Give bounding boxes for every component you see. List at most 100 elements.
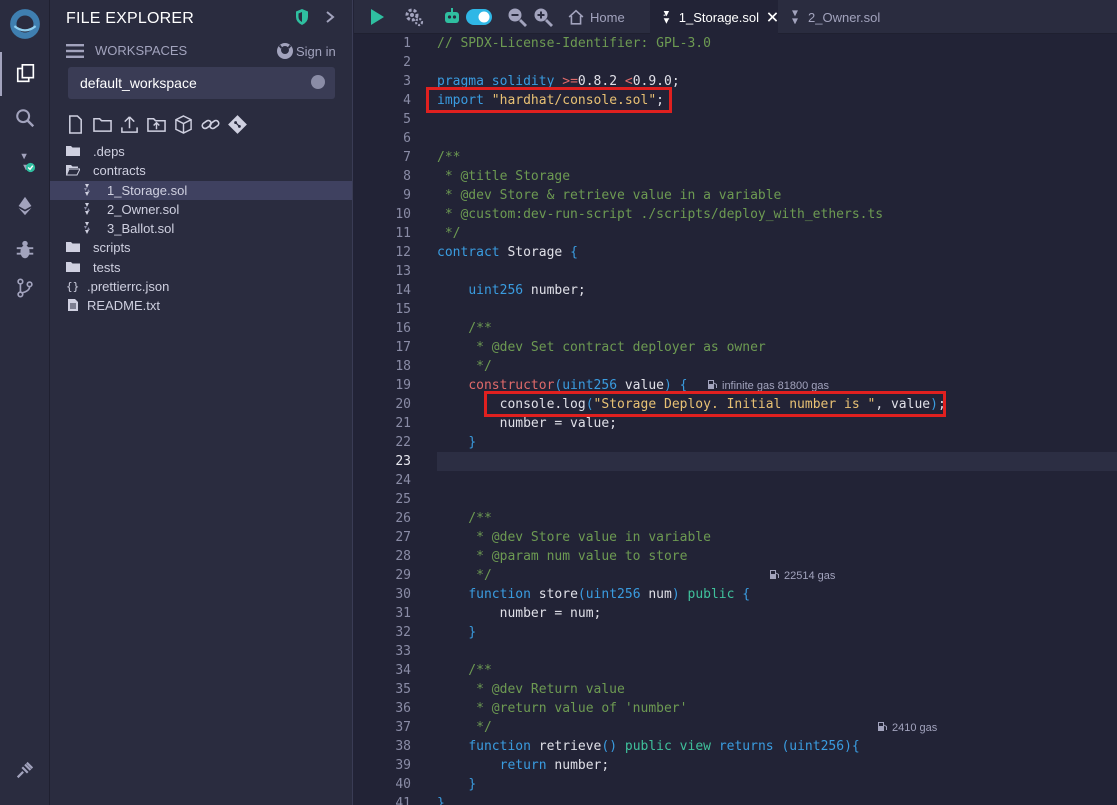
code-line[interactable]: uint256 number; — [437, 281, 585, 300]
code-line[interactable]: /** — [437, 148, 460, 167]
code-editor[interactable]: 1 2 3 4 5 6 7 8 9 10 11 12 13 14 15 16 17 18 19 20 21 22 23 24 2… — [354, 34, 1117, 805]
search-icon[interactable] — [0, 96, 50, 140]
link-icon[interactable] — [201, 115, 220, 134]
tab-home[interactable]: Home — [564, 0, 650, 34]
new-folder-icon[interactable] — [93, 115, 112, 134]
code-line[interactable]: * @dev Set contract deployer as owner — [437, 338, 766, 357]
code-line[interactable]: /** — [437, 661, 492, 680]
code-line[interactable]: * @param num value to store — [437, 547, 687, 566]
file-tree-item[interactable]: scripts — [50, 238, 352, 257]
tab-home-label: Home — [590, 9, 625, 25]
code-line[interactable]: * @dev Return value — [437, 680, 625, 699]
line-number: 33 — [395, 644, 411, 659]
line-number: 3 — [403, 74, 411, 89]
code-line[interactable]: } — [437, 433, 476, 452]
workspace-select[interactable]: default_workspace — [68, 67, 335, 99]
code-line[interactable]: // SPDX-License-Identifier: GPL-3.0 — [437, 34, 711, 53]
gas-pump-icon — [770, 570, 779, 579]
icon-rail — [0, 0, 50, 805]
code-line[interactable]: * @custom:dev-run-script ./scripts/deplo… — [437, 205, 883, 224]
solidity-file-icon — [80, 202, 94, 216]
file-tree-item[interactable]: tests — [50, 258, 352, 277]
upload-file-icon[interactable] — [120, 115, 139, 134]
run-script-button[interactable] — [367, 7, 387, 27]
code-line[interactable]: return number; — [437, 756, 610, 775]
line-number: 18 — [395, 359, 411, 374]
line-number: 29 — [395, 568, 411, 583]
json-file-icon: {} — [66, 279, 80, 293]
file-tree-item-label: .prettierrc.json — [87, 279, 170, 295]
git-clone-icon[interactable] — [228, 115, 247, 134]
file-tree-item-label: tests — [93, 259, 121, 275]
close-icon[interactable] — [767, 11, 778, 23]
code-line[interactable]: */ — [437, 718, 492, 737]
file-tree-item[interactable]: .deps — [50, 142, 352, 161]
deploy-run-icon[interactable] — [0, 184, 50, 228]
file-tree-item-label: README.txt — [87, 298, 160, 314]
line-number: 35 — [395, 682, 411, 697]
file-tree-item[interactable]: README.txt — [50, 296, 352, 315]
line-number: 17 — [395, 340, 411, 355]
code-line[interactable]: */ — [437, 224, 461, 243]
line-number: 1 — [403, 36, 411, 51]
zoom-in-button[interactable] — [533, 7, 553, 27]
file-tree: .deps contracts 1_Storage.sol 2_Owner.sol 3_… — [50, 142, 352, 316]
code-line[interactable]: * @return value of 'number' — [437, 699, 687, 718]
line-number: 30 — [395, 587, 411, 602]
upload-folder-icon[interactable] — [147, 115, 166, 134]
shield-icon[interactable] — [294, 8, 310, 26]
file-tree-item[interactable]: contracts — [50, 161, 352, 180]
code-line[interactable]: */ — [437, 357, 492, 376]
home-icon — [568, 9, 584, 25]
code-line[interactable]: * @dev Store & retrieve value in a varia… — [437, 186, 782, 205]
file-tree-item[interactable]: 2_Owner.sol — [50, 200, 352, 219]
file-tree-item[interactable]: {} .prettierrc.json — [50, 277, 352, 296]
gears-icon — [405, 8, 424, 27]
ipfs-cube-icon[interactable] — [174, 115, 193, 134]
code-line[interactable]: * @title Storage — [437, 167, 570, 186]
code-line[interactable]: number = num; — [437, 604, 602, 623]
github-icon[interactable] — [276, 42, 294, 60]
code-line[interactable]: } — [437, 623, 476, 642]
ai-copilot-robot-button[interactable] — [442, 7, 462, 27]
git-icon[interactable] — [0, 266, 50, 310]
plugin-manager-icon[interactable] — [0, 748, 50, 792]
code-area[interactable]: // SPDX-License-Identifier: GPL-3.0 pragm… — [426, 34, 1117, 805]
file-tree-item-label: 3_Ballot.sol — [107, 221, 175, 237]
sign-in-link[interactable]: Sign in — [296, 44, 336, 59]
zoom-out-icon — [508, 8, 527, 27]
copilot-toggle[interactable] — [466, 9, 492, 29]
code-line[interactable]: } — [437, 775, 476, 794]
zoom-out-button[interactable] — [507, 7, 527, 27]
solidity-file-icon — [663, 10, 670, 24]
file-explorer-icon[interactable] — [0, 52, 50, 96]
gas-estimate-text: 2410 gas — [892, 722, 938, 734]
code-line[interactable]: } — [437, 794, 445, 805]
folder-icon — [66, 260, 80, 274]
solidity-compiler-icon[interactable] — [0, 140, 50, 184]
code-line[interactable]: function retrieve() public view returns … — [437, 737, 859, 756]
remix-logo-icon[interactable] — [0, 0, 50, 48]
file-tree-item-label: contracts — [93, 163, 146, 179]
tab-2-owner-sol[interactable]: 2_Owner.sol — [778, 0, 888, 34]
line-number: 38 — [395, 739, 411, 754]
code-line[interactable]: /** — [437, 509, 492, 528]
code-line[interactable]: * @dev Store value in variable — [437, 528, 711, 547]
line-number: 6 — [403, 131, 411, 146]
zoom-in-icon — [534, 8, 553, 27]
chevron-right-icon[interactable] — [322, 8, 338, 26]
compile-settings-button[interactable] — [404, 7, 424, 27]
code-line[interactable]: function store(uint256 num) public { — [437, 585, 750, 604]
new-file-icon[interactable] — [66, 115, 85, 134]
line-number: 15 — [395, 302, 411, 317]
hamburger-menu-icon[interactable] — [66, 43, 84, 59]
code-line[interactable]: /** — [437, 319, 492, 338]
code-line[interactable]: */ — [437, 566, 492, 585]
file-tree-item[interactable]: 1_Storage.sol — [50, 180, 352, 200]
line-number: 34 — [395, 663, 411, 678]
file-tree-item[interactable]: 3_Ballot.sol — [50, 219, 352, 238]
tab-1-storage-sol[interactable]: 1_Storage.sol — [650, 0, 778, 34]
code-line[interactable]: contract Storage { — [437, 243, 578, 262]
file-actions-toolbar — [66, 115, 247, 135]
line-number: 37 — [395, 720, 411, 735]
